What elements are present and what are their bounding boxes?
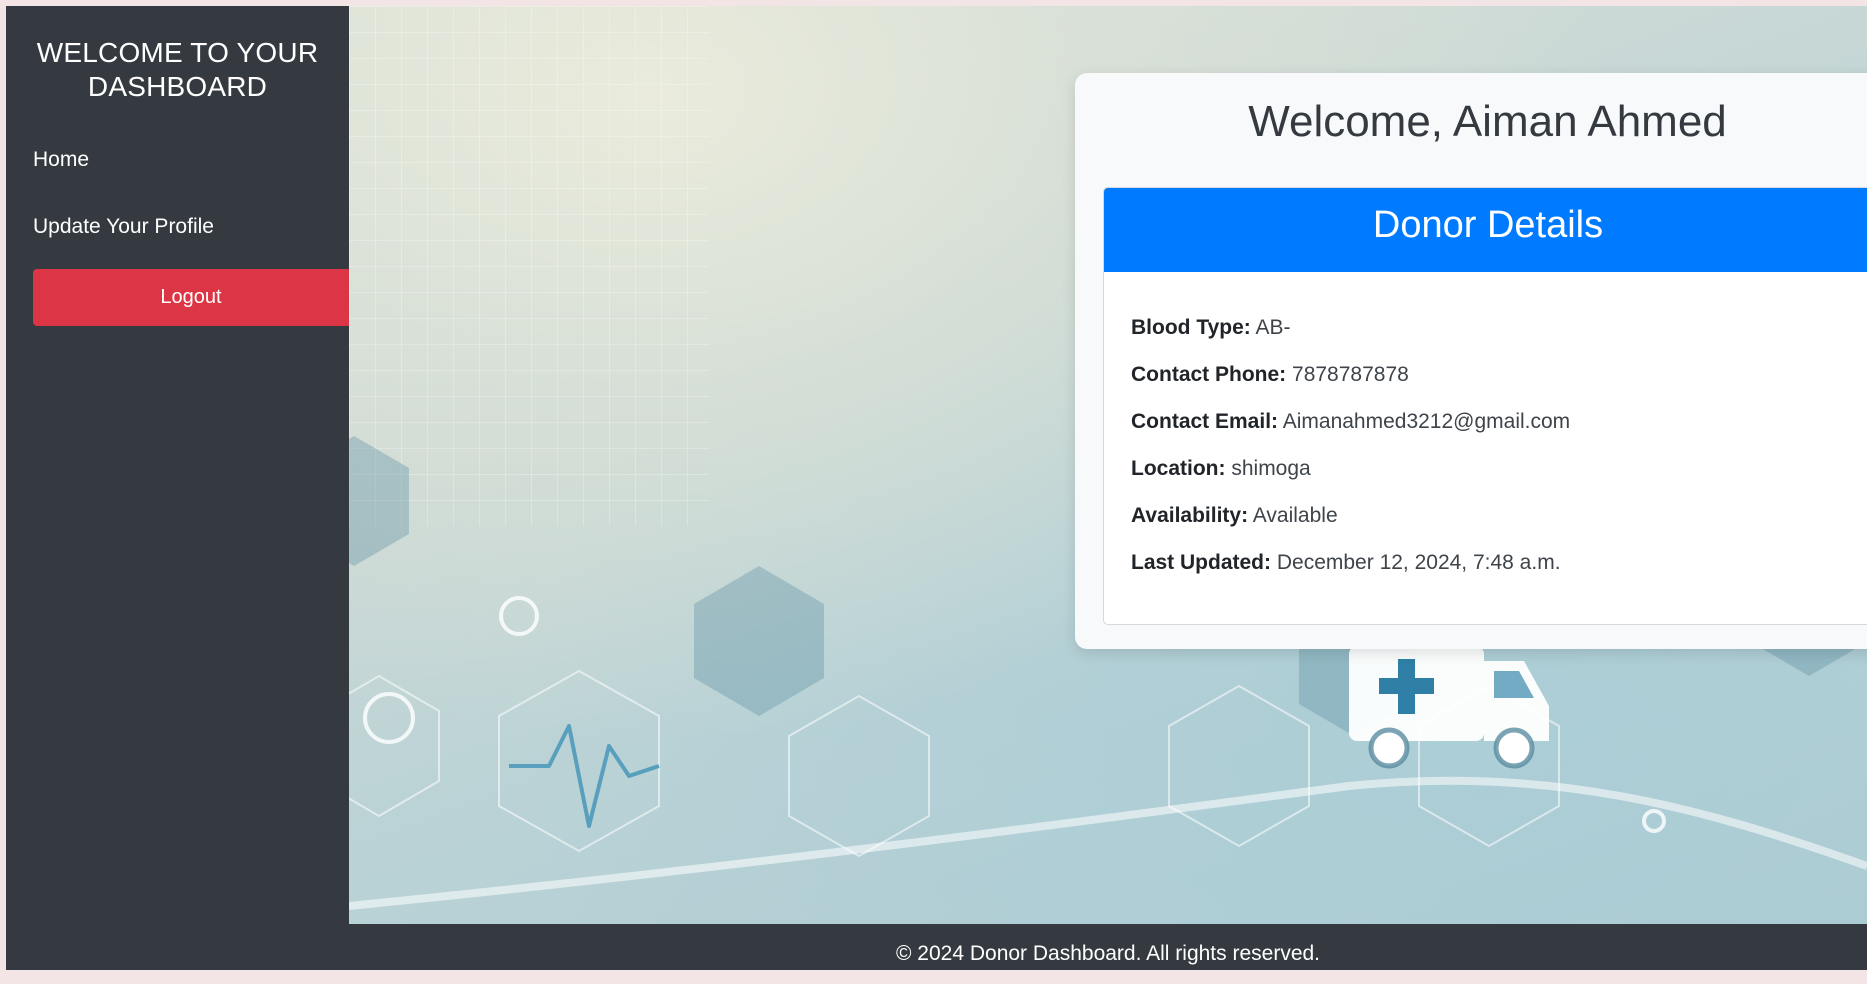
contact-phone-row: Contact Phone: 7878787878 — [1131, 363, 1845, 410]
hexagon-pattern — [1168, 684, 1310, 848]
hexagon-pattern — [694, 566, 824, 716]
hexagon-pattern — [349, 436, 409, 566]
detail-value: Aimanahmed3212@gmail.com — [1282, 410, 1571, 433]
ring-decoration — [1642, 809, 1666, 833]
detail-label: Location: — [1131, 457, 1226, 480]
donor-details-header: Donor Details — [1104, 188, 1867, 272]
page-footer: © 2024 Donor Dashboard. All rights reser… — [349, 924, 1867, 970]
hexagon-pattern — [498, 669, 660, 853]
main-content: Welcome, Aiman Ahmed Donor Details Blood… — [349, 6, 1867, 924]
detail-label: Blood Type: — [1131, 316, 1251, 339]
hexagon-pattern — [788, 694, 930, 858]
availability-row: Availability: Available — [1131, 504, 1845, 551]
detail-label: Contact Phone: — [1131, 363, 1287, 386]
welcome-heading: Welcome, Aiman Ahmed — [1248, 97, 1727, 146]
ring-decoration — [499, 596, 539, 636]
donor-details-card: Donor Details Blood Type: AB- Contact Ph… — [1103, 187, 1867, 625]
blood-type-row: Blood Type: AB- — [1131, 316, 1845, 363]
detail-value: Available — [1252, 504, 1338, 527]
hexagon-pattern — [349, 674, 440, 818]
detail-value: 7878787878 — [1292, 363, 1409, 386]
ambulance-icon — [1349, 646, 1549, 769]
nav-update-profile-link[interactable]: Update Your Profile — [33, 215, 214, 239]
contact-email-row: Contact Email: Aimanahmed3212@gmail.com — [1131, 410, 1845, 457]
location-row: Location: shimoga — [1131, 457, 1845, 504]
light-streak — [349, 776, 1867, 910]
detail-label: Availability: — [1131, 504, 1249, 527]
donor-details-body: Blood Type: AB- Contact Phone: 787878787… — [1104, 272, 1867, 598]
welcome-card: Welcome, Aiman Ahmed Donor Details Blood… — [1075, 73, 1867, 649]
sidebar-title: WELCOME TO YOUR DASHBOARD — [36, 37, 319, 102]
detail-value: shimoga — [1231, 457, 1311, 480]
ring-decoration — [363, 692, 415, 744]
heartbeat-icon — [509, 724, 660, 828]
nav-home-link[interactable]: Home — [33, 148, 89, 172]
last-updated-row: Last Updated: December 12, 2024, 7:48 a.… — [1131, 551, 1845, 598]
sidebar: WELCOME TO YOUR DASHBOARD Home Update Yo… — [6, 6, 349, 970]
detail-value: December 12, 2024, 7:48 a.m. — [1276, 551, 1561, 574]
detail-label: Contact Email: — [1131, 410, 1279, 433]
logout-button[interactable]: Logout — [33, 269, 349, 326]
detail-label: Last Updated: — [1131, 551, 1272, 574]
detail-value: AB- — [1255, 316, 1291, 339]
